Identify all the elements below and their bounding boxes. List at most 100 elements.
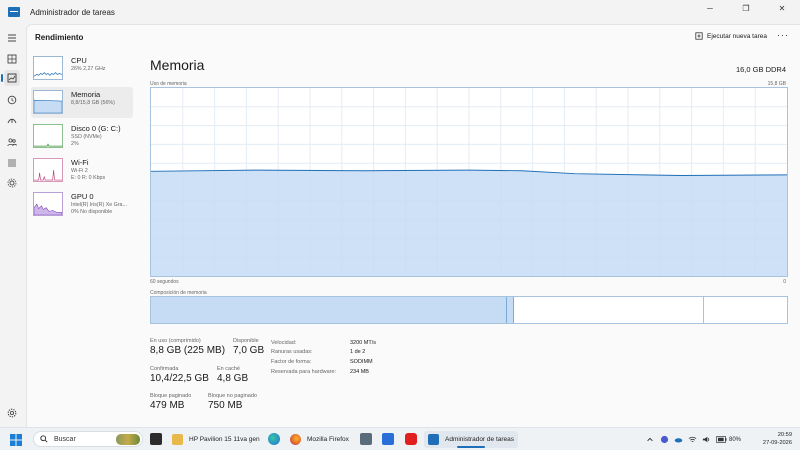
taskbar: Buscar HP Pavilion 15 11va gen Mozilla F… <box>0 427 800 450</box>
stat-in-use: En uso (comprimido) 8,8 GB (225 MB) <box>150 338 225 356</box>
close-button[interactable]: ✕ <box>764 0 800 16</box>
prop-label: Ranuras usadas: <box>271 349 313 355</box>
taskbar-app-label: Administrador de tareas <box>445 436 515 443</box>
stat-paged-pool: Bloque paginado 479 MB <box>150 393 191 411</box>
prop-value: 3200 MT/s <box>350 340 376 346</box>
stat-committed: Confirmada 10,4/22,5 GB <box>150 366 209 384</box>
task-manager-icon <box>428 434 439 445</box>
gpu-thumbnail <box>33 192 63 216</box>
disk-thumbnail <box>33 124 63 148</box>
perf-item-wifi[interactable]: Wi-Fi Wi-Fi 2 E: 0 R: 0 Kbps <box>31 155 133 186</box>
edge-icon[interactable] <box>268 433 280 445</box>
stat-value: 8,8 GB (225 MB) <box>150 345 226 356</box>
store-icon[interactable] <box>382 433 394 445</box>
maximize-button[interactable]: ❐ <box>728 0 764 16</box>
battery-percent: 80% <box>729 436 742 443</box>
more-options-button[interactable]: ··· <box>777 30 789 40</box>
perf-sub: 0% No disponible <box>71 209 113 215</box>
perf-sub: SSD (NVMe) <box>71 134 102 140</box>
header-bar: Rendimiento Ejecutar nueva tarea ··· <box>27 25 800 49</box>
chevron-up-icon[interactable] <box>646 435 655 444</box>
performance-icon[interactable] <box>1 70 20 86</box>
search-placeholder: Buscar <box>54 435 76 443</box>
windows-start-button[interactable] <box>10 433 22 446</box>
nav-rail <box>0 24 24 427</box>
perf-sub: Wi-Fi 2 <box>71 168 88 174</box>
task-view-icon[interactable] <box>150 433 162 445</box>
stat-value: 7,0 GB <box>233 345 265 356</box>
youtube-icon[interactable] <box>405 433 417 445</box>
title-bar: Administrador de tareas ─ ❐ ✕ <box>0 0 800 24</box>
perf-sub: 26% 2,27 GHz <box>71 66 106 72</box>
stat-label: Disponible <box>233 338 259 344</box>
onedrive-icon[interactable] <box>674 435 683 444</box>
perf-sub: 2% <box>71 141 79 147</box>
stat-value: 750 MB <box>208 400 243 411</box>
clock-date: 27-09-2026 <box>762 440 792 446</box>
minimize-button[interactable]: ─ <box>692 0 728 16</box>
section-title: Rendimiento <box>35 32 84 42</box>
clock-time: 20:59 <box>777 432 792 438</box>
run-new-task-button[interactable]: Ejecutar nueva tarea <box>695 32 767 40</box>
composition-in-use[interactable] <box>151 297 508 323</box>
menu-icon[interactable] <box>6 32 18 44</box>
clock[interactable]: 20:59 27-09-2026 <box>763 431 792 447</box>
memory-composition-bar <box>150 296 788 324</box>
perf-name: CPU <box>71 56 87 65</box>
prop-label: Factor de forma: <box>271 359 312 365</box>
terminal-icon[interactable] <box>360 433 372 445</box>
composition-standby[interactable] <box>514 297 705 323</box>
stat-label: Bloque no paginado <box>208 393 257 399</box>
memory-usage-chart <box>151 88 787 276</box>
perf-name: Wi-Fi <box>71 158 89 167</box>
prop-value: 234 MB <box>350 369 369 375</box>
history-icon[interactable] <box>6 94 18 106</box>
details-icon[interactable] <box>6 157 18 169</box>
perf-item-cpu[interactable]: CPU 26% 2,27 GHz <box>31 53 133 84</box>
memory-usage-area <box>151 170 787 276</box>
stat-value: 10,4/22,5 GB <box>150 373 209 384</box>
wifi-thumbnail <box>33 158 63 182</box>
perf-name: Disco 0 (G: C:) <box>71 124 121 133</box>
search-icon <box>40 435 48 443</box>
firefox-icon <box>290 434 301 445</box>
system-tray: 80% <box>643 431 741 448</box>
stat-value: 479 MB <box>150 400 185 411</box>
taskbar-search[interactable]: Buscar <box>33 431 143 447</box>
volume-icon[interactable] <box>702 435 711 444</box>
taskbar-app-explorer[interactable]: HP Pavilion 15 11va gen <box>172 431 260 448</box>
processes-icon[interactable] <box>6 53 18 65</box>
axis-right-label: 0 <box>783 279 786 285</box>
taskbar-app-firefox[interactable]: Mozilla Firefox <box>290 431 349 448</box>
stat-label: En caché <box>217 366 240 372</box>
perf-item-gpu[interactable]: GPU 0 Intel(R) Iris(R) Xe Gra... 0% No d… <box>31 189 133 220</box>
users-icon[interactable] <box>6 136 18 148</box>
taskbar-app-label: Mozilla Firefox <box>307 436 349 443</box>
wifi-icon[interactable] <box>688 435 697 444</box>
startup-icon[interactable] <box>6 115 18 127</box>
search-highlight-image <box>116 434 140 445</box>
stat-value: 4,8 GB <box>217 373 249 384</box>
services-icon[interactable] <box>6 177 18 189</box>
teams-icon[interactable] <box>660 435 669 444</box>
taskbar-app-label: HP Pavilion 15 11va gen <box>189 436 260 443</box>
perf-sub: 8,8/15,8 GB (56%) <box>71 100 115 106</box>
settings-icon[interactable] <box>6 407 18 419</box>
memory-spec: 16,0 GB DDR4 <box>735 65 786 74</box>
prop-label: Velocidad: <box>271 340 297 346</box>
windows-logo-icon <box>10 434 22 446</box>
cpu-thumbnail <box>33 56 63 80</box>
battery-icon[interactable] <box>715 435 727 444</box>
task-manager-icon <box>8 7 20 17</box>
main-panel: Rendimiento Ejecutar nueva tarea ··· CPU… <box>26 24 800 427</box>
axis-left-label: 60 segundos <box>150 279 179 285</box>
stat-nonpaged-pool: Bloque no paginado 750 MB <box>208 393 257 411</box>
window-title: Administrador de tareas <box>30 7 115 17</box>
run-task-icon <box>695 32 703 40</box>
perf-item-disco[interactable]: Disco 0 (G: C:) SSD (NVMe) 2% <box>31 121 133 152</box>
memory-thumbnail <box>33 90 63 114</box>
perf-item-memoria[interactable]: Memoria 8,8/15,8 GB (56%) <box>31 87 133 118</box>
taskbar-app-task-manager[interactable]: Administrador de tareas <box>424 431 519 448</box>
stat-cached: En caché 4,8 GB <box>217 366 248 384</box>
composition-free[interactable] <box>704 297 787 323</box>
